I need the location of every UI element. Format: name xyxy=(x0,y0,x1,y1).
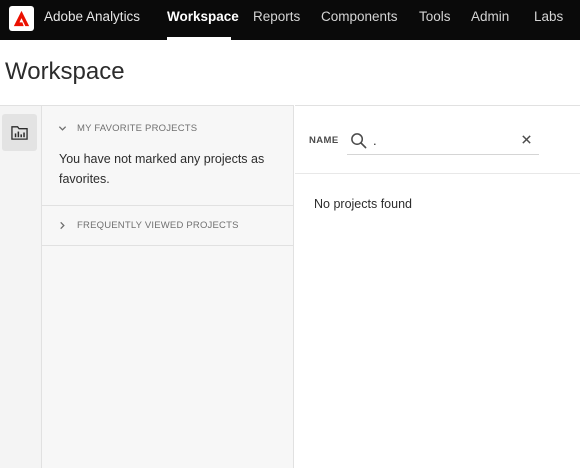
left-rail xyxy=(0,105,42,468)
results-divider xyxy=(295,173,580,174)
favorites-section-toggle[interactable]: MY FAVORITE PROJECTS xyxy=(57,123,197,134)
frequent-section-label: FREQUENTLY VIEWED PROJECTS xyxy=(77,220,239,231)
section-divider xyxy=(42,245,294,246)
nav-workspace[interactable]: Workspace xyxy=(167,9,239,24)
project-results-panel: NAME No projects found xyxy=(295,105,580,468)
nav-labs[interactable]: Labs xyxy=(534,9,563,24)
no-results-message: No projects found xyxy=(314,197,412,211)
chevron-down-icon xyxy=(57,124,67,134)
frequent-section-toggle[interactable]: FREQUENTLY VIEWED PROJECTS xyxy=(57,220,239,231)
project-sections-panel: MY FAVORITE PROJECTS You have not marked… xyxy=(42,105,294,468)
page-title: Workspace xyxy=(5,58,125,85)
favorites-section-label: MY FAVORITE PROJECTS xyxy=(77,123,198,134)
search-icon xyxy=(351,133,367,149)
favorites-empty-message: You have not marked any projects as favo… xyxy=(59,152,265,186)
adobe-logo-glyph xyxy=(13,10,30,27)
nav-components[interactable]: Components xyxy=(321,9,398,24)
name-search-field xyxy=(347,126,539,155)
name-filter-label: NAME xyxy=(309,135,339,146)
nav-reports[interactable]: Reports xyxy=(253,9,300,24)
search-input[interactable] xyxy=(373,130,513,150)
adobe-logo-icon[interactable] xyxy=(9,6,34,31)
active-nav-indicator xyxy=(167,37,231,40)
chevron-right-icon xyxy=(57,221,67,231)
app-name: Adobe Analytics xyxy=(44,9,141,24)
section-divider xyxy=(42,205,294,206)
projects-rail-button[interactable] xyxy=(2,114,37,151)
projects-folder-icon xyxy=(11,126,28,140)
nav-tools[interactable]: Tools xyxy=(419,9,451,24)
close-icon[interactable] xyxy=(521,134,532,145)
top-nav-bar: Adobe Analytics Workspace Reports Compon… xyxy=(0,0,580,40)
nav-admin[interactable]: Admin xyxy=(471,9,509,24)
